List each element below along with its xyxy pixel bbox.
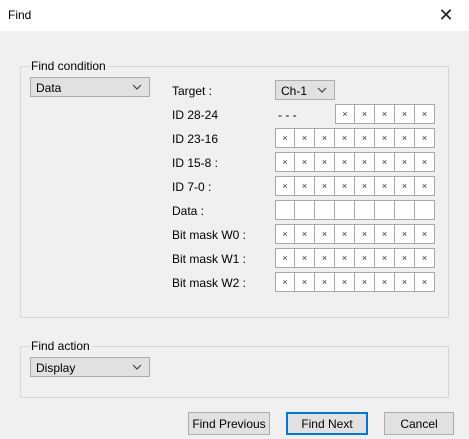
bit-field-row: × × × × × × × × <box>275 128 435 148</box>
bit-cell[interactable]: × <box>335 128 355 148</box>
row-label: Bit mask W0 : <box>172 228 247 242</box>
bit-cell[interactable]: × <box>395 176 415 196</box>
chevron-down-icon <box>132 84 142 90</box>
chevron-down-icon <box>317 87 327 93</box>
bit-cell[interactable]: × <box>375 104 395 124</box>
bit-cell[interactable]: × <box>335 176 355 196</box>
bit-cell[interactable]: × <box>295 272 315 292</box>
bit-cell[interactable]: × <box>415 248 435 268</box>
bit-cell[interactable]: × <box>335 104 355 124</box>
condition-type-select[interactable]: Data <box>30 77 150 97</box>
bit-field-row: × × × × × × × × <box>275 176 435 196</box>
bit-cell[interactable]: × <box>395 224 415 244</box>
bit-cell[interactable]: × <box>415 176 435 196</box>
row-label: Bit mask W1 : <box>172 252 247 266</box>
bit-cell[interactable]: × <box>355 224 375 244</box>
bit-cell[interactable] <box>415 200 435 220</box>
row-label: ID 15-8 : <box>172 156 219 170</box>
row-label: Data : <box>172 204 205 218</box>
bit-cell[interactable]: × <box>375 128 395 148</box>
bit-cell[interactable]: × <box>395 152 415 172</box>
bit-field-row: × × × × × × × × <box>275 152 435 172</box>
bit-cell[interactable] <box>375 200 395 220</box>
bit-cell[interactable]: × <box>415 128 435 148</box>
row-label: ID 28-24 <box>172 108 219 122</box>
target-label: Target : <box>172 84 213 98</box>
bit-cell[interactable]: × <box>295 128 315 148</box>
window-title: Find <box>8 8 32 22</box>
bit-cell[interactable]: × <box>315 152 335 172</box>
bit-field-row: × × × × × × × × <box>275 272 435 292</box>
bit-cell[interactable]: × <box>295 248 315 268</box>
find-previous-button[interactable]: Find Previous <box>188 412 270 435</box>
bit-cell[interactable] <box>275 200 295 220</box>
bit-cell[interactable]: × <box>355 152 375 172</box>
bit-cell[interactable]: × <box>375 248 395 268</box>
bit-cell[interactable]: × <box>315 176 335 196</box>
bit-cell[interactable]: × <box>275 176 295 196</box>
chevron-down-icon <box>132 364 142 370</box>
bit-cell[interactable]: × <box>355 176 375 196</box>
bit-cell[interactable]: × <box>275 224 295 244</box>
bit-cell[interactable]: × <box>395 248 415 268</box>
bit-cell[interactable]: × <box>335 248 355 268</box>
bit-cell[interactable]: × <box>295 152 315 172</box>
bit-cell[interactable]: × <box>275 152 295 172</box>
find-condition-label: Find condition <box>29 59 108 73</box>
bit-cell[interactable]: × <box>415 224 435 244</box>
bit-cell[interactable]: × <box>295 176 315 196</box>
bit-cell[interactable]: × <box>375 272 395 292</box>
row-label: ID 23-16 <box>172 132 219 146</box>
bit-cell[interactable]: × <box>375 152 395 172</box>
bit-cell[interactable]: × <box>355 248 375 268</box>
find-action-label: Find action <box>29 339 92 353</box>
row-label: ID 7-0 : <box>172 180 212 194</box>
bit-cell[interactable]: × <box>315 272 335 292</box>
bit-cell[interactable] <box>395 200 415 220</box>
bit-cell[interactable]: × <box>315 224 335 244</box>
bit-cell[interactable]: × <box>275 272 295 292</box>
bit-cell[interactable]: × <box>415 104 435 124</box>
close-icon[interactable]: ✕ <box>423 0 469 31</box>
condition-type-value: Data <box>36 81 62 95</box>
row-label: Bit mask W2 : <box>172 276 247 290</box>
bit-cell[interactable]: × <box>355 128 375 148</box>
bit-cell[interactable]: × <box>315 248 335 268</box>
bit-cell[interactable]: × <box>415 272 435 292</box>
bit-cell[interactable] <box>315 200 335 220</box>
bit-cell[interactable]: × <box>315 128 335 148</box>
title-bar: Find ✕ <box>0 0 469 31</box>
bit-cell[interactable]: × <box>335 272 355 292</box>
target-value: Ch-1 <box>281 84 308 98</box>
bit-cell[interactable]: × <box>335 152 355 172</box>
bit-cell[interactable]: × <box>395 128 415 148</box>
bit-cell[interactable]: × <box>275 128 295 148</box>
bit-field-row <box>275 200 435 220</box>
bit-cell[interactable]: × <box>375 224 395 244</box>
bit-cell[interactable]: × <box>415 152 435 172</box>
bit-cell[interactable]: × <box>355 272 375 292</box>
bit-cell[interactable]: × <box>395 272 415 292</box>
target-select[interactable]: Ch-1 <box>275 80 335 100</box>
bit-cell[interactable]: × <box>275 248 295 268</box>
find-action-select[interactable]: Display <box>30 357 150 377</box>
bit-cell[interactable]: × <box>395 104 415 124</box>
bit-field-row: × × × × × <box>335 104 435 124</box>
bit-field-row: × × × × × × × × <box>275 248 435 268</box>
bit-cell[interactable]: × <box>355 104 375 124</box>
bit-cell[interactable] <box>355 200 375 220</box>
bit-cell[interactable] <box>295 200 315 220</box>
bit-field-row: × × × × × × × × <box>275 224 435 244</box>
bit-cell[interactable]: × <box>335 224 355 244</box>
find-action-value: Display <box>36 361 76 375</box>
bit-cell[interactable]: × <box>375 176 395 196</box>
find-next-button[interactable]: Find Next <box>286 412 368 435</box>
bit-cell[interactable] <box>335 200 355 220</box>
row-prefix: - - - <box>278 108 297 122</box>
cancel-button[interactable]: Cancel <box>384 412 454 435</box>
bit-cell[interactable]: × <box>295 224 315 244</box>
